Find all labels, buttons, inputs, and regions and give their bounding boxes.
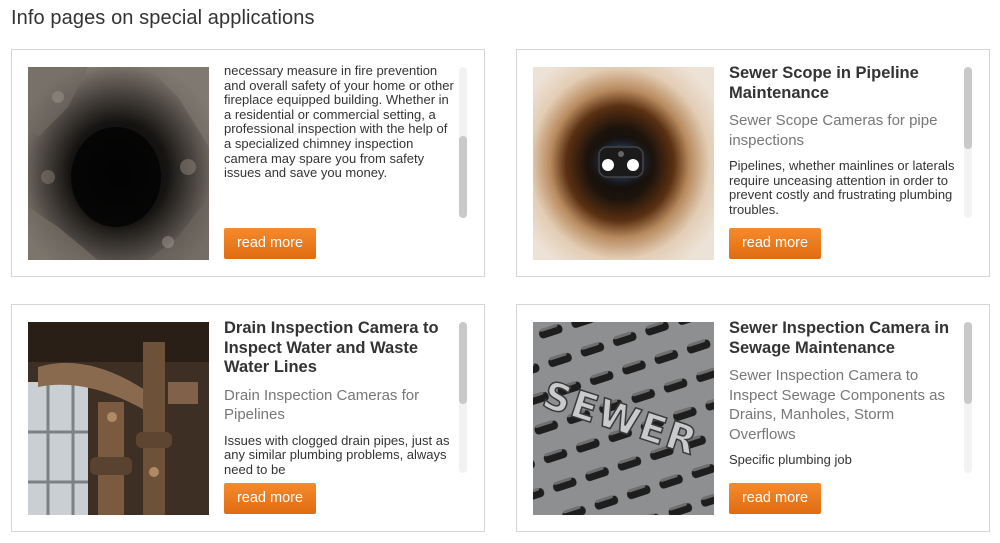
card-scrollbar[interactable] <box>459 67 467 218</box>
card-content: Drain Inspection Camera to Inspect Water… <box>224 319 458 474</box>
card-subtitle: Sewer Inspection Camera to Inspect Sewag… <box>729 367 945 443</box>
chimney-flue-photo[interactable] <box>28 67 209 260</box>
scrollbar-thumb[interactable] <box>964 67 972 149</box>
card-scrollbar[interactable] <box>964 67 972 218</box>
scrollbar-thumb[interactable] <box>459 322 467 404</box>
scrollbar-thumb[interactable] <box>964 322 972 404</box>
card-body: Pipelines, whether mainlines or laterals… <box>729 158 955 217</box>
info-card-sewer-inspection: SEWER Sewer Inspection Camera in Sewage … <box>516 304 990 532</box>
card-scrollbar[interactable] <box>459 322 467 473</box>
card-subtitle: Drain Inspection Cameras for Pipelines <box>224 386 420 424</box>
card-body: necessary measure in fire prevention and… <box>224 64 454 181</box>
card-body: Issues with clogged drain pipes, just as… <box>224 432 450 474</box>
page-title: Info pages on special applications <box>11 7 315 29</box>
card-scrollbar[interactable] <box>964 322 972 473</box>
read-more-button[interactable]: read more <box>729 483 821 514</box>
sewer-manhole-cover-photo[interactable]: SEWER <box>533 322 714 515</box>
card-content: Sewer Scope in Pipeline Maintenance Sewe… <box>729 64 963 219</box>
card-title: Sewer Inspection Camera in Sewage Mainte… <box>729 319 950 357</box>
read-more-button[interactable]: read more <box>224 483 316 514</box>
info-card-sewer-scope: Sewer Scope in Pipeline Maintenance Sewe… <box>516 49 990 277</box>
info-card-chimney: necessary measure in fire prevention and… <box>11 49 485 277</box>
card-content: Sewer Inspection Camera in Sewage Mainte… <box>729 319 963 474</box>
read-more-button[interactable]: read more <box>224 228 316 259</box>
rusty-drain-pipes-photo[interactable] <box>28 322 209 515</box>
card-title: Drain Inspection Camera to Inspect Water… <box>224 319 439 376</box>
sewer-scope-pipe-photo[interactable] <box>533 67 714 260</box>
read-more-button[interactable]: read more <box>729 228 821 259</box>
card-subtitle: Sewer Scope Cameras for pipe inspections <box>729 112 938 149</box>
scrollbar-thumb[interactable] <box>459 136 467 218</box>
card-title: Sewer Scope in Pipeline Maintenance <box>729 64 919 102</box>
info-card-drain-inspection: Drain Inspection Camera to Inspect Water… <box>11 304 485 532</box>
card-content: necessary measure in fire prevention and… <box>224 64 458 219</box>
card-body: Specific plumbing job <box>729 452 852 467</box>
